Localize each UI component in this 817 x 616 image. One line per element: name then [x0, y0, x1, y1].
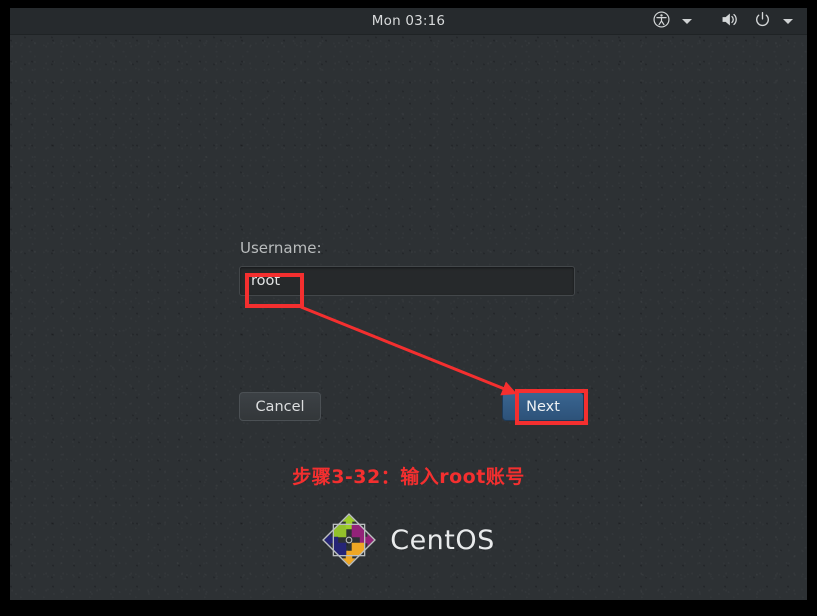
cancel-button[interactable]: Cancel — [239, 392, 321, 421]
centos-logo-icon — [322, 513, 377, 567]
centos-wordmark: CentOS — [390, 524, 495, 556]
volume-button[interactable] — [718, 10, 741, 32]
chevron-down-icon — [783, 18, 793, 24]
gdm-desktop: Mon 03:16 Username: root Cancel Next 步骤3… — [10, 8, 807, 600]
chevron-down-icon — [682, 18, 692, 24]
username-input[interactable]: root — [239, 266, 575, 296]
accessibility-menu-toggle[interactable] — [677, 10, 697, 32]
pointer-arrow — [300, 305, 518, 396]
username-value: root — [251, 273, 281, 289]
login-form: Username: root — [239, 239, 579, 296]
system-tray — [651, 8, 798, 34]
username-label: Username: — [240, 239, 322, 257]
power-button[interactable] — [752, 10, 773, 32]
screen-frame: Mon 03:16 Username: root Cancel Next 步骤3… — [0, 0, 817, 616]
power-menu-toggle[interactable] — [778, 10, 798, 32]
power-icon — [754, 11, 771, 32]
accessibility-button[interactable] — [651, 10, 672, 32]
login-buttons-row: Cancel Next — [239, 392, 587, 421]
next-button[interactable]: Next — [502, 392, 584, 421]
brand-block: CentOS — [10, 513, 807, 567]
volume-icon — [720, 11, 739, 32]
annotation-caption: 步骤3-32：输入root账号 — [292, 466, 525, 488]
accessibility-icon — [653, 10, 670, 32]
top-bar: Mon 03:16 — [10, 8, 807, 35]
